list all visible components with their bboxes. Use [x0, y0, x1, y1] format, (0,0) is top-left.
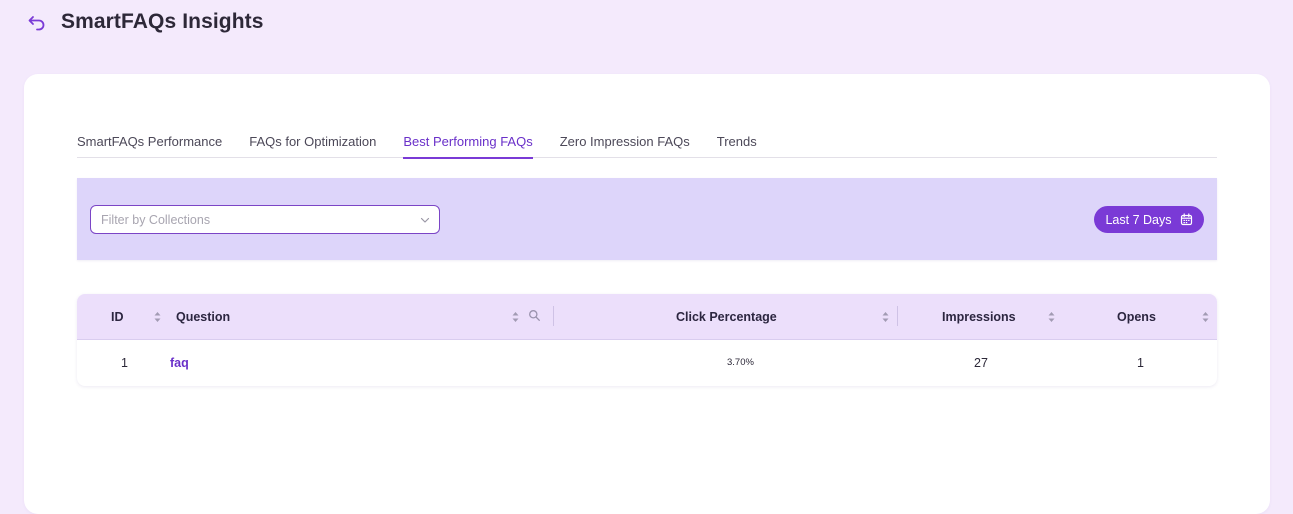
sort-icon[interactable]: [1047, 310, 1056, 324]
calendar-icon: [1180, 213, 1192, 226]
column-header-question[interactable]: Question: [176, 294, 230, 340]
column-divider: [897, 306, 898, 326]
cell-id: 1: [121, 356, 128, 370]
sort-icon[interactable]: [153, 310, 162, 324]
back-button[interactable]: [26, 12, 48, 34]
date-range-button[interactable]: Last 7 Days: [1094, 206, 1204, 233]
back-arrow-icon: [28, 16, 45, 31]
sort-icon[interactable]: [881, 310, 890, 324]
page-title: SmartFAQs Insights: [61, 10, 264, 33]
chevron-down-icon: [420, 217, 430, 223]
search-icon[interactable]: [528, 309, 541, 322]
column-header-impressions[interactable]: Impressions: [942, 294, 1016, 340]
cell-impressions: 27: [974, 356, 988, 370]
tab-faqs-for-optimization[interactable]: FAQs for Optimization: [249, 130, 376, 158]
cell-opens: 1: [1137, 356, 1144, 370]
date-range-label: Last 7 Days: [1105, 212, 1172, 227]
collections-filter-select[interactable]: Filter by Collections: [90, 205, 440, 234]
collections-filter-placeholder: Filter by Collections: [101, 213, 211, 227]
table-header: ID Question Click Percentage Impressions: [77, 294, 1217, 340]
sort-icon[interactable]: [1201, 310, 1210, 324]
tab-smartfaqs-performance[interactable]: SmartFAQs Performance: [77, 130, 222, 158]
tab-trends[interactable]: Trends: [717, 130, 757, 158]
cell-click-percentage: 3.70%: [727, 357, 754, 368]
column-header-opens[interactable]: Opens: [1117, 294, 1156, 340]
table-row: 1 faq 3.70% 27 1: [77, 340, 1217, 386]
faq-table: ID Question Click Percentage Impressions: [77, 294, 1217, 386]
column-divider: [553, 306, 554, 326]
column-header-id[interactable]: ID: [111, 294, 124, 340]
sort-icon[interactable]: [511, 310, 520, 324]
filter-bar: Filter by Collections Last 7 Days: [77, 178, 1217, 260]
tab-zero-impression-faqs[interactable]: Zero Impression FAQs: [560, 130, 690, 158]
page-header: SmartFAQs Insights: [0, 0, 1293, 60]
insights-card: SmartFAQs Performance FAQs for Optimizat…: [24, 74, 1270, 514]
tab-bar: SmartFAQs Performance FAQs for Optimizat…: [77, 130, 1217, 159]
tab-best-performing-faqs[interactable]: Best Performing FAQs: [403, 130, 534, 159]
column-header-click-percentage[interactable]: Click Percentage: [676, 294, 777, 340]
cell-question-link[interactable]: faq: [170, 340, 189, 386]
